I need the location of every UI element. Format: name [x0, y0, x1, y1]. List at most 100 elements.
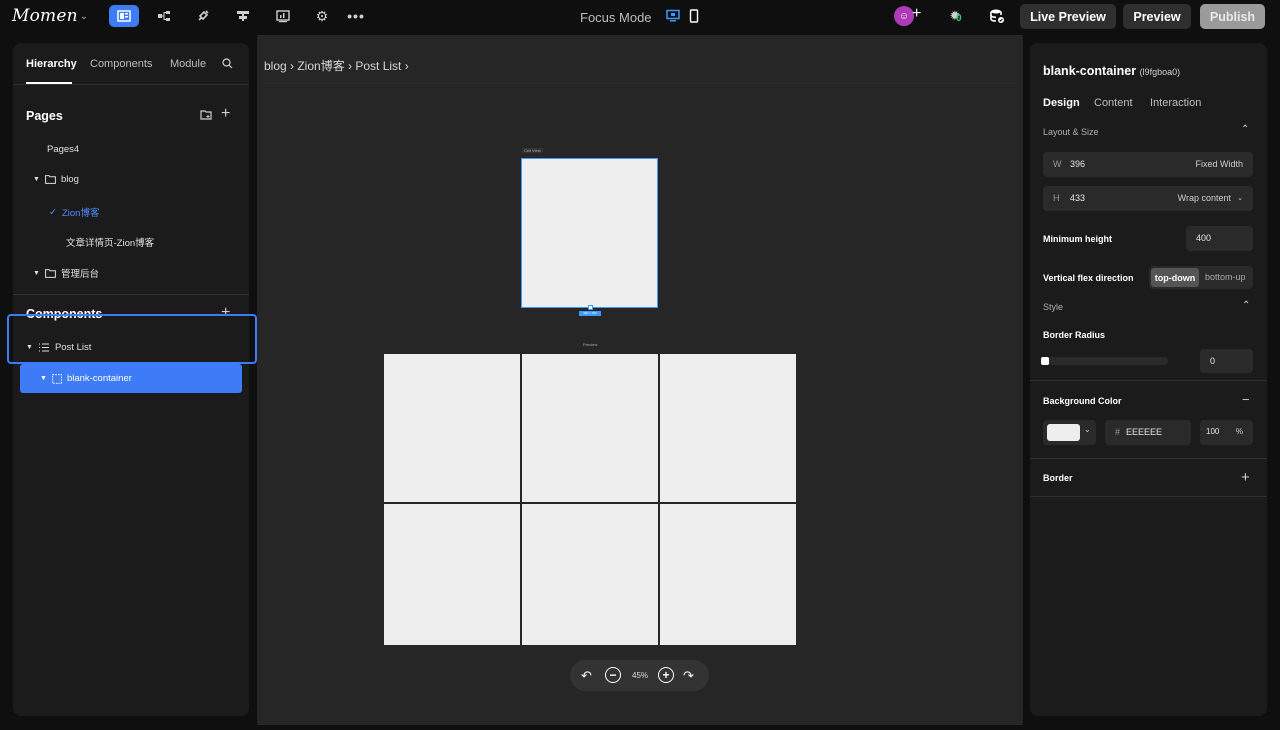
color-swatch[interactable]: [1047, 424, 1080, 441]
redo-icon[interactable]: ↷: [683, 668, 694, 684]
breadcrumb-divider: [264, 83, 1016, 84]
border-radius-label: Border Radius: [1043, 330, 1106, 340]
border-radius-slider[interactable]: [1043, 357, 1168, 365]
publish-button[interactable]: Publish: [1200, 4, 1265, 29]
app-logo[interactable]: Momen ⌄: [12, 6, 88, 26]
height-value[interactable]: 433: [1070, 193, 1085, 203]
search-icon[interactable]: [222, 58, 233, 72]
collapse-icon[interactable]: ⌃: [1241, 124, 1249, 135]
breadcrumb[interactable]: blog › Zion博客 › Post List ›: [264, 57, 409, 74]
tab-interaction[interactable]: Interaction: [1150, 97, 1201, 109]
folder-icon: [45, 175, 56, 184]
pages-heading: Pages: [26, 109, 63, 123]
component-row: ▼ blank-container: [40, 373, 132, 384]
preview-label: Preview: [583, 342, 598, 347]
tab-content[interactable]: Content: [1094, 97, 1133, 109]
mobile-view-button[interactable]: [689, 9, 699, 26]
page-item-selected[interactable]: ✓ Zion博客: [49, 205, 99, 220]
chevron-down-icon: ⌄: [79, 11, 89, 22]
border-radius-value[interactable]: 0: [1210, 356, 1215, 366]
zoom-level: 45%: [632, 671, 649, 680]
preview-grid: [384, 354, 796, 645]
invite-plus-icon[interactable]: +: [912, 5, 921, 23]
grid-cell[interactable]: [660, 504, 796, 645]
size-badge: 396 × 433: [579, 311, 601, 316]
divider: [1030, 496, 1267, 497]
pages-icon: [117, 10, 131, 22]
width-mode[interactable]: Fixed Width: [1195, 159, 1243, 169]
resize-handle[interactable]: [588, 305, 593, 310]
component-id: (l9fgboa0): [1139, 67, 1181, 77]
height-field[interactable]: H 433 Wrap content ⌄: [1043, 186, 1253, 211]
grid-cell[interactable]: [384, 354, 520, 502]
hex-input[interactable]: # EEEEEE: [1105, 420, 1191, 445]
focus-mode-label[interactable]: Focus Mode: [580, 10, 652, 25]
caret-down-icon: ▼: [33, 269, 40, 277]
width-value[interactable]: 396: [1070, 159, 1085, 169]
add-folder-icon[interactable]: [200, 109, 212, 123]
min-height-value[interactable]: 400: [1196, 233, 1211, 243]
minus-icon[interactable]: −: [1242, 392, 1250, 407]
data-model-button[interactable]: [228, 5, 258, 27]
add-border-icon[interactable]: +: [1241, 469, 1250, 486]
desktop-icon: [666, 9, 680, 22]
gear-icon: ⚙: [315, 7, 329, 24]
collapse-style-icon[interactable]: ⌃: [1242, 300, 1250, 311]
divider: [13, 84, 249, 85]
border-radius-input[interactable]: 0: [1200, 349, 1253, 373]
slider-knob[interactable]: [1041, 357, 1049, 365]
pages-button[interactable]: [109, 5, 139, 27]
component-item-blank-container[interactable]: ▼ blank-container: [20, 364, 242, 393]
opacity-input[interactable]: 100 %: [1200, 420, 1253, 445]
more-button[interactable]: •••: [341, 5, 371, 27]
min-height-label: Minimum height: [1043, 234, 1112, 244]
layout-size-heading: Layout & Size: [1043, 127, 1099, 137]
top-bar: Momen ⌄ ⚙ ••• Focus Mode ☺ + ✹ 0 Live Pre…: [0, 0, 1280, 34]
background-color-label: Background Color: [1043, 396, 1122, 406]
logic-flow-button[interactable]: [149, 5, 179, 27]
opacity-value[interactable]: 100: [1206, 427, 1219, 436]
width-field[interactable]: W 396 Fixed Width: [1043, 152, 1253, 177]
check-icon: ✓: [49, 206, 57, 218]
data-model-icon: [237, 11, 249, 21]
flex-bottom-up-option[interactable]: bottom-up: [1205, 272, 1246, 282]
database-icon: [990, 9, 1004, 23]
cell-view-frame[interactable]: [521, 158, 658, 308]
page-item[interactable]: 文章详情页-Zion博客: [66, 235, 154, 249]
undo-icon[interactable]: ↶: [581, 668, 592, 684]
tab-components[interactable]: Components: [90, 58, 152, 70]
preview-button[interactable]: Preview: [1123, 4, 1191, 29]
tab-module[interactable]: Module: [170, 58, 206, 70]
caret-down-icon: ▼: [33, 176, 40, 183]
height-mode-select[interactable]: Wrap content: [1178, 193, 1231, 203]
live-preview-button[interactable]: Live Preview: [1020, 4, 1116, 29]
debug-button[interactable]: ✹: [940, 5, 970, 27]
database-button[interactable]: [982, 5, 1012, 27]
tab-hierarchy[interactable]: Hierarchy: [26, 58, 77, 70]
grid-cell[interactable]: [660, 354, 796, 502]
plugin-button[interactable]: [188, 5, 218, 27]
add-page-icon[interactable]: +: [221, 105, 230, 123]
grid-cell[interactable]: [522, 354, 658, 502]
page-folder-blog[interactable]: ▼ blog: [33, 174, 79, 185]
style-heading: Style: [1043, 302, 1064, 312]
grid-cell[interactable]: [384, 504, 520, 645]
zoom-out-icon[interactable]: −: [605, 667, 621, 683]
min-height-input[interactable]: 400: [1186, 226, 1253, 251]
flex-top-down-option[interactable]: top-down: [1151, 268, 1199, 287]
page-folder-admin[interactable]: ▼ 管理后台: [33, 266, 99, 280]
caret-down-icon: ▼: [40, 375, 47, 382]
zoom-in-icon[interactable]: +: [658, 667, 674, 683]
settings-button[interactable]: ⚙: [307, 5, 337, 27]
desktop-view-button[interactable]: [666, 9, 680, 26]
page-item[interactable]: Pages4: [47, 144, 79, 155]
container-icon: [52, 373, 62, 384]
grid-cell[interactable]: [522, 504, 658, 645]
height-key: H: [1053, 193, 1060, 203]
tab-design[interactable]: Design: [1043, 97, 1080, 109]
hex-value[interactable]: EEEEEE: [1126, 427, 1162, 437]
flex-direction-label: Vertical flex direction: [1043, 273, 1134, 283]
dashboard-button[interactable]: [268, 5, 298, 27]
avatar[interactable]: ☺: [894, 6, 914, 26]
cell-view-label: Cell View: [522, 148, 543, 153]
